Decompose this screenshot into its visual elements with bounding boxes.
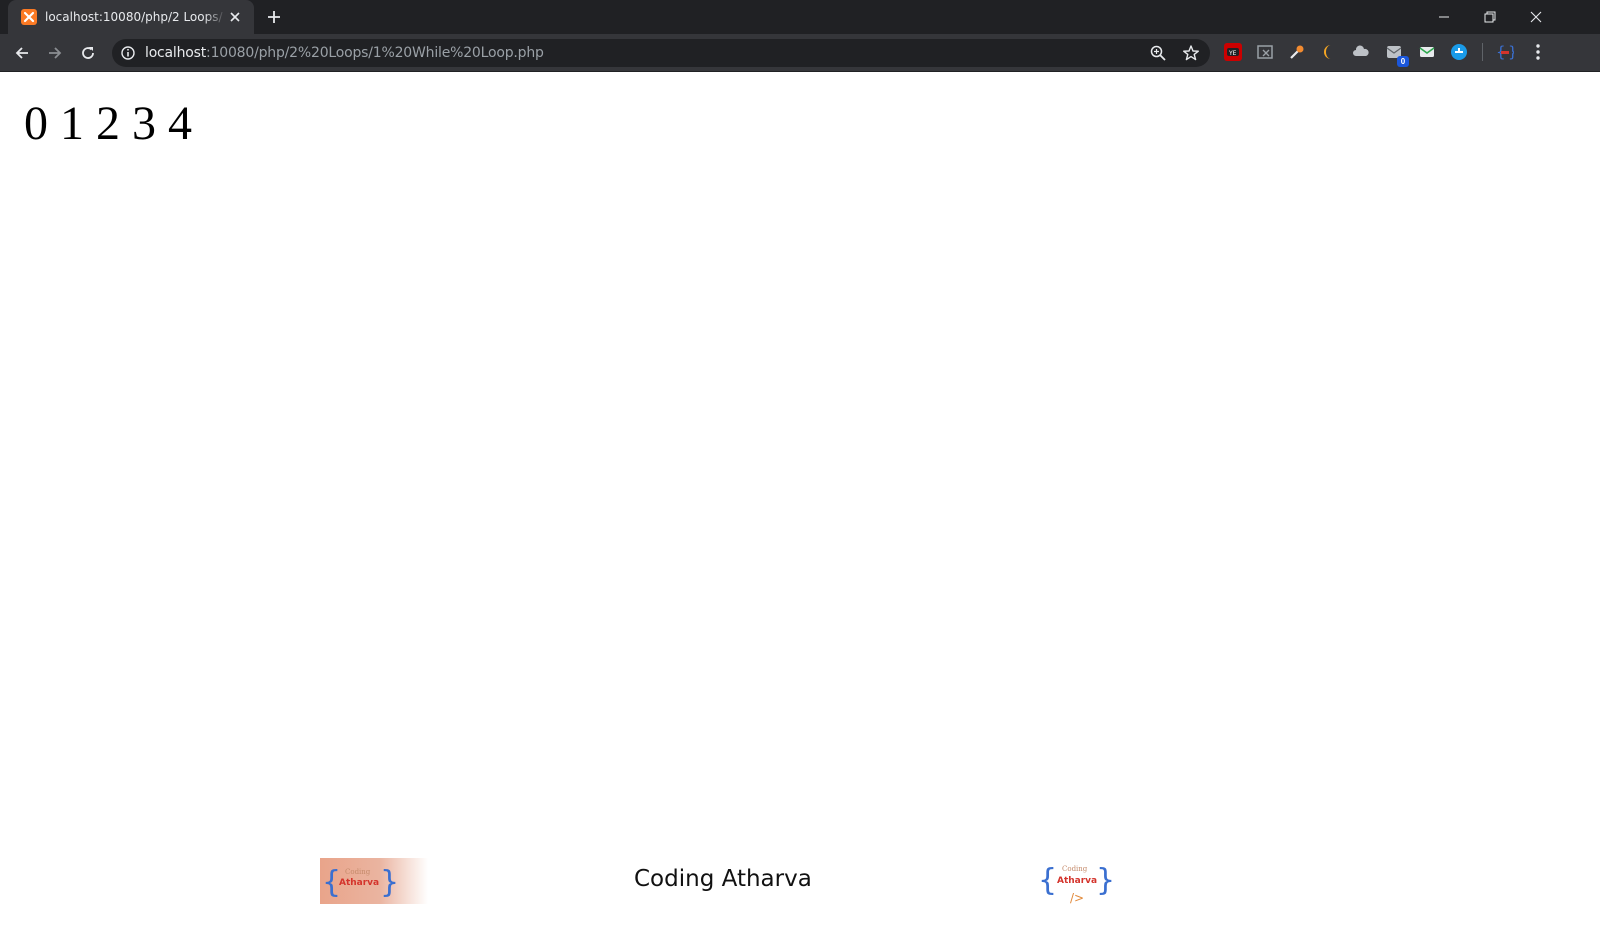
grammar-extension-icon[interactable] <box>1450 43 1468 61</box>
logo-small-text: Coding <box>1062 865 1088 873</box>
screen-capture-extension-icon[interactable] <box>1256 43 1274 61</box>
cloud-extension-icon[interactable] <box>1352 43 1370 61</box>
address-bar[interactable]: localhost:10080/php/2%20Loops/1%20While%… <box>112 39 1210 67</box>
minimize-window-icon[interactable] <box>1421 0 1467 34</box>
logo-bold-text: Atharva <box>339 878 379 888</box>
coding-atharva-logo-right: { } Coding Atharva /> <box>1038 856 1115 906</box>
site-info-icon[interactable] <box>121 46 135 60</box>
moon-extension-icon[interactable] <box>1320 43 1338 61</box>
footer-brand-text: Coding Atharva <box>634 866 812 892</box>
extension-count-badge: 0 <box>1397 56 1409 67</box>
tab-title-fade <box>204 6 226 28</box>
svg-text:YE: YE <box>1228 50 1237 57</box>
active-tab[interactable]: localhost:10080/php/2 Loops/1 While Loop… <box>8 0 254 34</box>
reload-icon[interactable] <box>76 41 100 65</box>
logo-small-text: Coding <box>345 868 371 876</box>
tab-close-icon[interactable] <box>227 9 243 25</box>
bookmark-star-icon[interactable] <box>1182 44 1200 62</box>
zoom-icon[interactable] <box>1149 44 1167 62</box>
xampp-favicon-icon <box>21 9 37 25</box>
colorpick-extension-icon[interactable] <box>1288 43 1306 61</box>
browser-menu-icon[interactable] <box>1530 43 1546 61</box>
coding-atharva-extension-icon[interactable]: {} <box>1496 43 1518 61</box>
logo-bold-text: Atharva <box>1057 876 1097 886</box>
close-window-icon[interactable] <box>1513 0 1559 34</box>
loop-output-text: 0 1 2 3 4 <box>24 97 192 150</box>
tab-strip: localhost:10080/php/2 Loops/1 While Loop… <box>0 0 1600 34</box>
svg-text:{: { <box>1038 863 1057 898</box>
youtube-extension-icon[interactable]: YE <box>1224 43 1242 61</box>
url-text[interactable]: localhost:10080/php/2%20Loops/1%20While%… <box>145 45 544 61</box>
svg-text:}: } <box>380 865 399 900</box>
forward-arrow-icon[interactable] <box>43 41 67 65</box>
restore-window-icon[interactable] <box>1467 0 1513 34</box>
back-arrow-icon[interactable] <box>10 41 34 65</box>
url-host: localhost <box>145 45 207 61</box>
email-extension-icon[interactable] <box>1418 43 1436 61</box>
coding-atharva-logo-left: { } Coding Atharva <box>320 858 428 904</box>
url-path: :10080/php/2%20Loops/1%20While%20Loop.ph… <box>206 45 544 61</box>
new-tab-plus-icon[interactable] <box>265 8 283 26</box>
tab-title: localhost:10080/php/2 Loops/1 While Loop… <box>45 10 223 24</box>
svg-text:}: } <box>1096 863 1114 898</box>
svg-text:/>: /> <box>1070 891 1084 905</box>
toolbar-separator <box>1482 43 1483 61</box>
